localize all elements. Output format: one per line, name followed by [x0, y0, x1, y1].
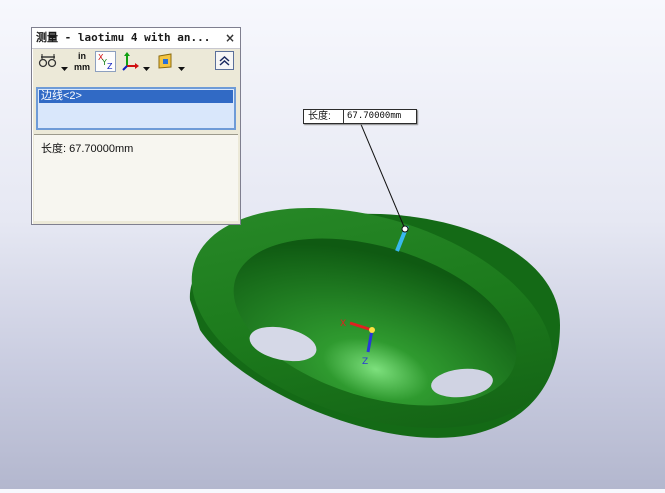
chevron-down-icon[interactable]: [61, 57, 68, 71]
measure-callout[interactable]: 长度: 67.70000mm: [303, 109, 417, 124]
result-area: 长度: 67.70000mm: [34, 135, 238, 221]
units-top: in: [78, 51, 86, 61]
svg-text:Z: Z: [107, 62, 113, 71]
leader-anchor: [401, 225, 409, 233]
callout-value: 67.70000mm: [343, 110, 413, 123]
units-icon[interactable]: in mm: [72, 51, 92, 73]
result-length: 长度: 67.70000mm: [41, 143, 134, 155]
triad-x-label: X: [340, 319, 346, 329]
callout-leader: [359, 121, 406, 230]
list-item[interactable]: 边线<2>: [39, 90, 233, 103]
panel-title: 测量 - laotimu 4 with an...: [36, 31, 211, 44]
callout-label: 长度:: [308, 111, 331, 122]
measure-arc-icon[interactable]: [38, 51, 58, 73]
chevron-down-icon[interactable]: [178, 57, 185, 71]
measure-panel[interactable]: 测量 - laotimu 4 with an... × in mm X Y Z: [31, 27, 241, 225]
selection-list[interactable]: 边线<2>: [36, 87, 236, 130]
triad-z-label: Z: [362, 357, 368, 367]
close-icon[interactable]: ×: [224, 31, 236, 45]
panel-titlebar[interactable]: 测量 - laotimu 4 with an... ×: [32, 28, 240, 49]
units-bottom: mm: [73, 62, 90, 72]
chevron-down-icon[interactable]: [143, 57, 150, 71]
measure-toolbar: in mm X Y Z: [32, 49, 240, 75]
collapse-icon[interactable]: [215, 51, 234, 70]
xyz-icon[interactable]: X Y Z: [95, 51, 116, 72]
projection-plane-icon[interactable]: [156, 51, 176, 73]
coordinate-system-icon[interactable]: [121, 51, 141, 73]
